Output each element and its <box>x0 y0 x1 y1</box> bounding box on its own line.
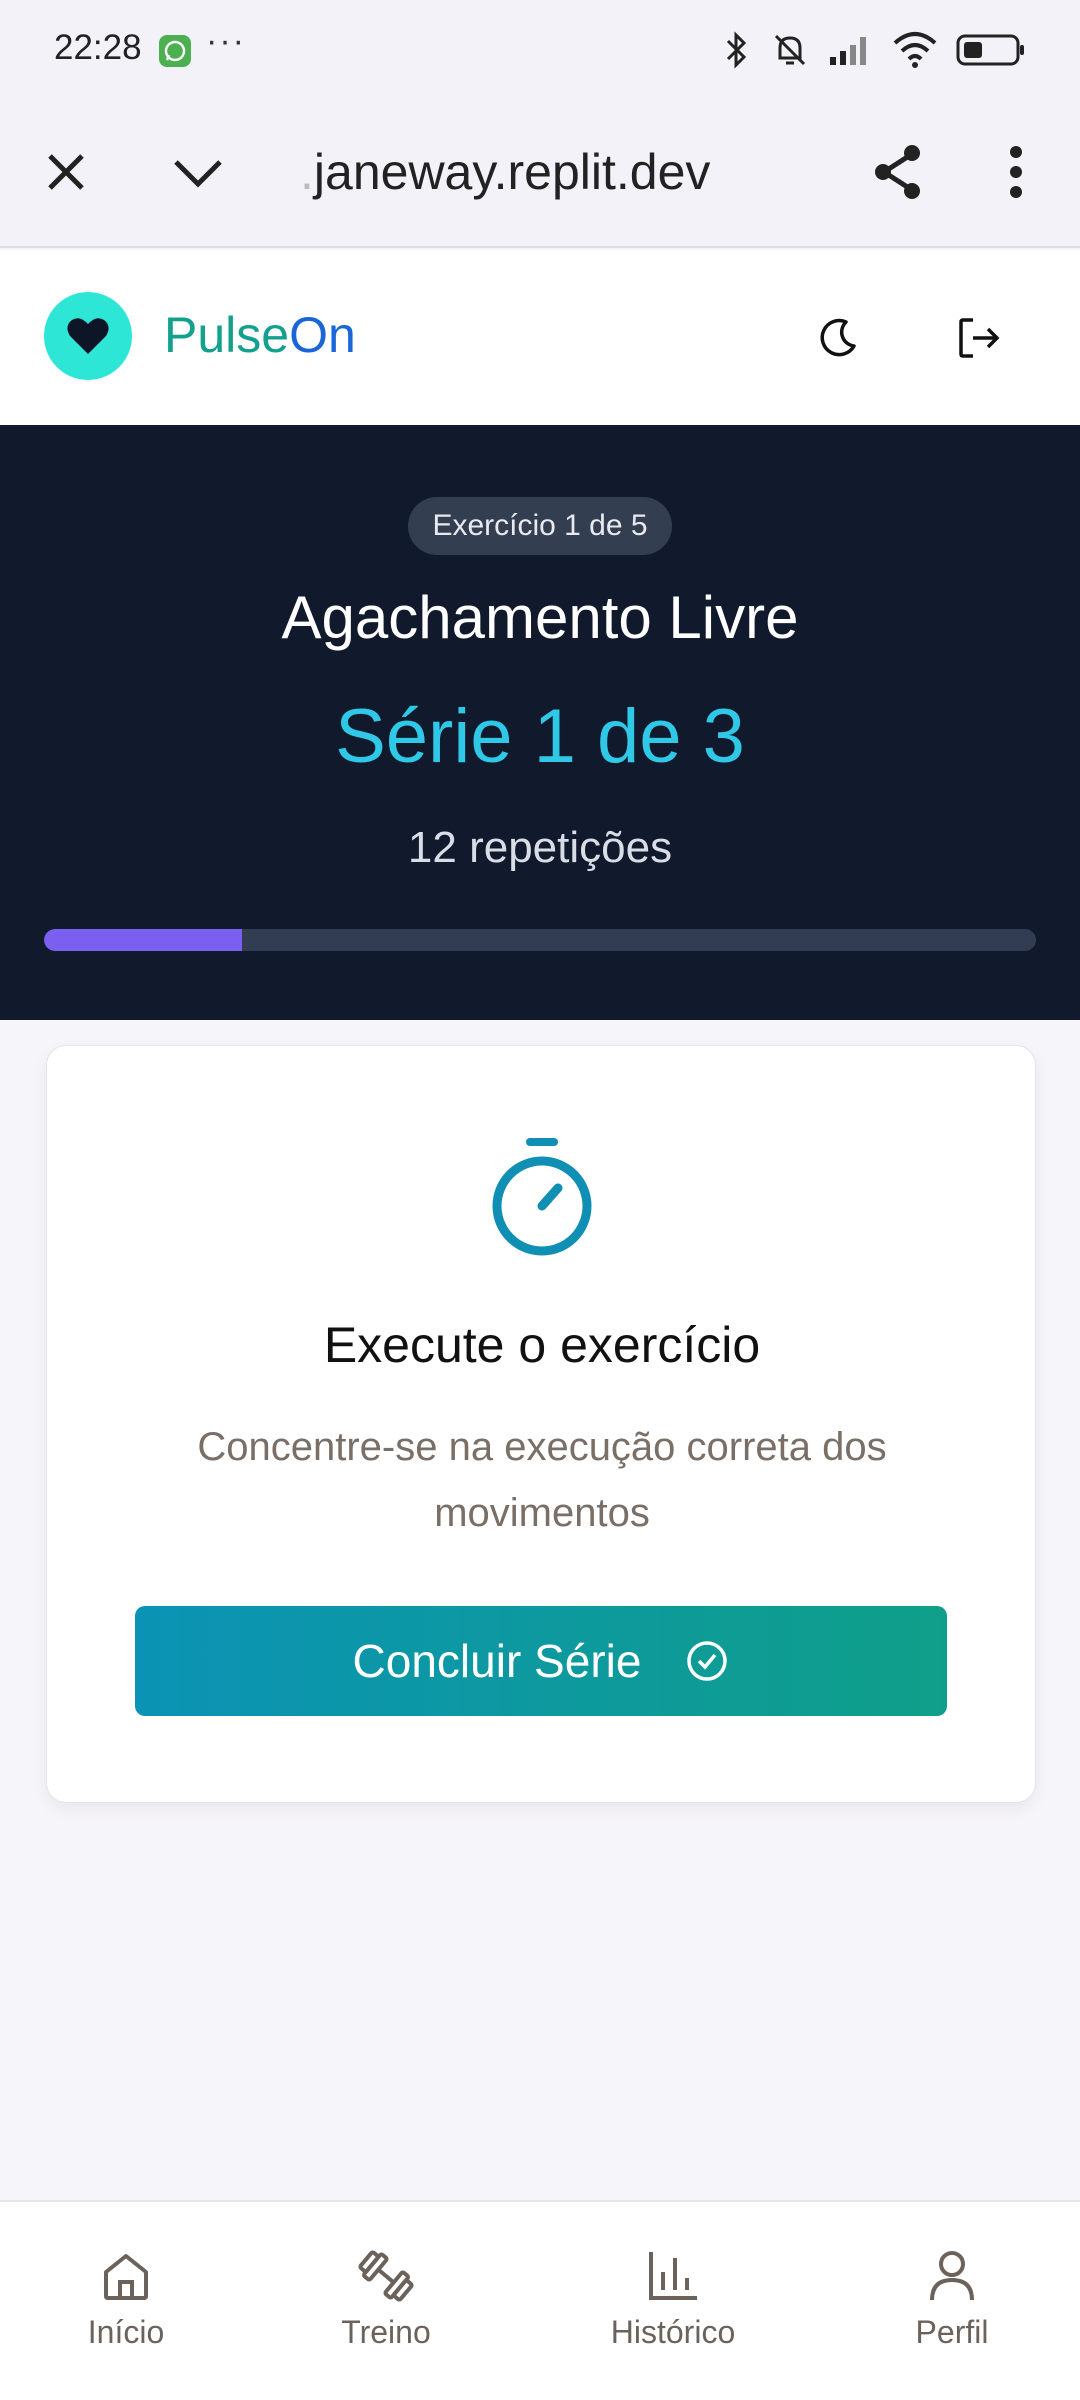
bar-chart-icon <box>649 2252 697 2300</box>
logout-button[interactable] <box>944 302 1016 374</box>
logout-icon <box>959 318 1000 358</box>
signal-icon <box>830 37 866 65</box>
nav-item-history[interactable]: Histórico <box>573 2248 773 2351</box>
card-title: Execute o exercício <box>323 1317 761 1373</box>
nav-item-profile[interactable]: Perfil <box>852 2248 1052 2351</box>
logo <box>44 292 132 380</box>
more-vertical-icon <box>1010 146 1022 198</box>
status-more-icon: ··· <box>206 22 246 60</box>
status-bar: 22:28 ··· <box>0 0 1080 100</box>
share-button[interactable] <box>866 140 930 204</box>
theme-toggle-button[interactable] <box>802 302 874 374</box>
repetitions-text: 12 repetições <box>407 823 673 872</box>
workout-progress-fill <box>44 929 243 951</box>
nav-label-history: Histórico <box>610 2314 736 2350</box>
dumbbell-icon <box>358 2250 414 2302</box>
app-header: PulseOn <box>0 250 1080 425</box>
home-icon <box>104 2254 148 2300</box>
wifi-icon <box>893 32 937 68</box>
exercise-name: Agachamento Livre <box>281 584 799 651</box>
brand-part-2: On <box>289 307 356 363</box>
nav-label-home: Início <box>87 2314 165 2350</box>
card-subtitle: Concentre-se na execução correta dos mov… <box>197 1425 887 1535</box>
moon-icon <box>820 318 856 357</box>
series-counter: Série 1 de 3 <box>335 694 745 779</box>
browser-toolbar: .janeway.replit.dev <box>0 100 1080 248</box>
url-text: janeway.replit.dev <box>313 144 711 200</box>
bluetooth-icon <box>726 31 747 69</box>
close-icon <box>48 154 84 190</box>
timer-icon <box>492 1138 592 1256</box>
browser-menu-button[interactable] <box>984 140 1048 204</box>
whatsapp-icon <box>159 35 191 67</box>
close-tab-button[interactable] <box>34 140 98 204</box>
brand-part-1: Pulse <box>164 307 290 363</box>
brand-name: PulseOn <box>164 306 356 364</box>
mute-icon <box>774 34 806 66</box>
nav-label-workout: Treino <box>341 2314 431 2350</box>
chevron-down-icon <box>174 160 222 188</box>
expand-button[interactable] <box>166 140 230 204</box>
nav-item-workout[interactable]: Treino <box>286 2248 486 2351</box>
nav-label-profile: Perfil <box>915 2314 989 2350</box>
status-time: 22:28 <box>54 28 142 67</box>
workout-hero: Exercício 1 de 5 Agachamento Livre Série… <box>0 425 1080 1020</box>
battery-icon <box>956 34 1024 66</box>
complete-series-label: Concluir Série <box>352 1635 642 1687</box>
share-icon <box>875 145 920 199</box>
heart-icon <box>67 318 109 354</box>
url-prefix: . <box>300 144 314 200</box>
url-bar[interactable]: .janeway.replit.dev <box>300 140 710 204</box>
complete-series-button[interactable]: Concluir Série <box>135 1606 947 1716</box>
exercise-card: Execute o exercício Concentre-se na exec… <box>46 1045 1036 1803</box>
user-icon <box>930 2251 974 2301</box>
nav-item-home[interactable]: Início <box>26 2248 226 2351</box>
bottom-nav: Início Treino Histórico Perfil <box>0 2200 1080 2400</box>
check-circle-icon <box>687 1641 728 1681</box>
status-icons <box>722 28 1026 72</box>
exercise-counter-badge: Exercício 1 de 5 <box>408 497 672 555</box>
workout-progress-bar <box>44 929 1036 951</box>
